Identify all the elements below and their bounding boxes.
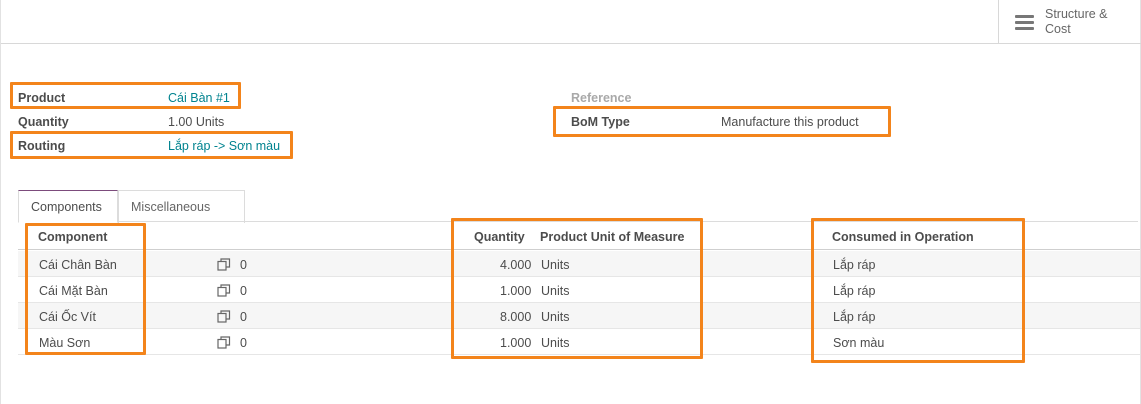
structure-cost-button[interactable]: Structure & Cost [998,0,1141,44]
component-operation: Sơn màu [833,336,885,350]
component-operation: Lắp ráp [833,284,876,298]
quantity-number: 1.00 [168,115,193,129]
routing-link[interactable]: Lắp ráp -> Sơn màu [168,139,280,153]
structure-cost-label: Structure & Cost [1045,7,1108,36]
component-quantity: 1.000 [500,336,532,350]
notebook-tabs: Components Miscellaneous [18,190,1138,223]
component-name: Cái Chân Bàn [39,258,117,272]
table-row[interactable]: Cái Mặt Bàn 0 1.000 Units Lắp ráp [18,277,1140,303]
component-quantity: 8.000 [500,310,532,324]
column-quantity[interactable]: Quantity [474,230,525,244]
table-row[interactable]: Cái Ốc Vít 0 8.000 Units Lắp ráp [18,303,1140,329]
product-link[interactable]: Cái Bàn #1 [168,91,230,105]
attachment-copy-icon[interactable] [217,284,231,297]
attachment-count: 0 [240,310,247,324]
bom-form-sheet: Structure & Cost Product Cái Bàn #1 Quan… [0,0,1141,404]
component-operation: Lắp ráp [833,310,876,324]
list-icon [1015,14,1034,30]
components-table-header: Component Quantity Product Unit of Measu… [18,222,1140,250]
attachment-copy-icon[interactable] [217,336,231,349]
component-uom: Units [541,284,570,298]
attachment-count: 0 [240,284,247,298]
quantity-value: 1.00 Units [168,115,224,129]
column-uom[interactable]: Product Unit of Measure [540,230,684,244]
attachment-copy-icon[interactable] [217,258,231,271]
component-uom: Units [541,258,570,272]
column-operation[interactable]: Consumed in Operation [832,230,974,244]
bom-type-value[interactable]: Manufacture this product [721,115,859,129]
product-label: Product [18,91,66,105]
component-name: Màu Sơn [39,336,91,350]
column-component[interactable]: Component [38,230,107,244]
component-uom: Units [541,336,570,350]
component-quantity: 1.000 [500,284,532,298]
bom-type-label: BoM Type [571,115,630,129]
button-box: Structure & Cost [1,0,1141,44]
attachment-copy-icon[interactable] [217,310,231,323]
component-operation: Lắp ráp [833,258,876,272]
table-row[interactable]: Màu Sơn 0 1.000 Units Sơn màu [18,329,1140,355]
attachment-count: 0 [240,258,247,272]
tab-miscellaneous[interactable]: Miscellaneous [118,190,245,223]
tab-components[interactable]: Components [18,190,118,223]
routing-label: Routing [18,139,66,153]
component-name: Cái Mặt Bàn [39,284,108,298]
component-name: Cái Ốc Vít [39,310,96,324]
component-quantity: 4.000 [500,258,532,272]
attachment-count: 0 [240,336,247,350]
component-uom: Units [541,310,570,324]
reference-label: Reference [571,91,632,105]
quantity-label: Quantity [18,115,69,129]
quantity-unit: Units [195,115,225,129]
table-row[interactable]: Cái Chân Bàn 0 4.000 Units Lắp ráp [18,251,1140,277]
